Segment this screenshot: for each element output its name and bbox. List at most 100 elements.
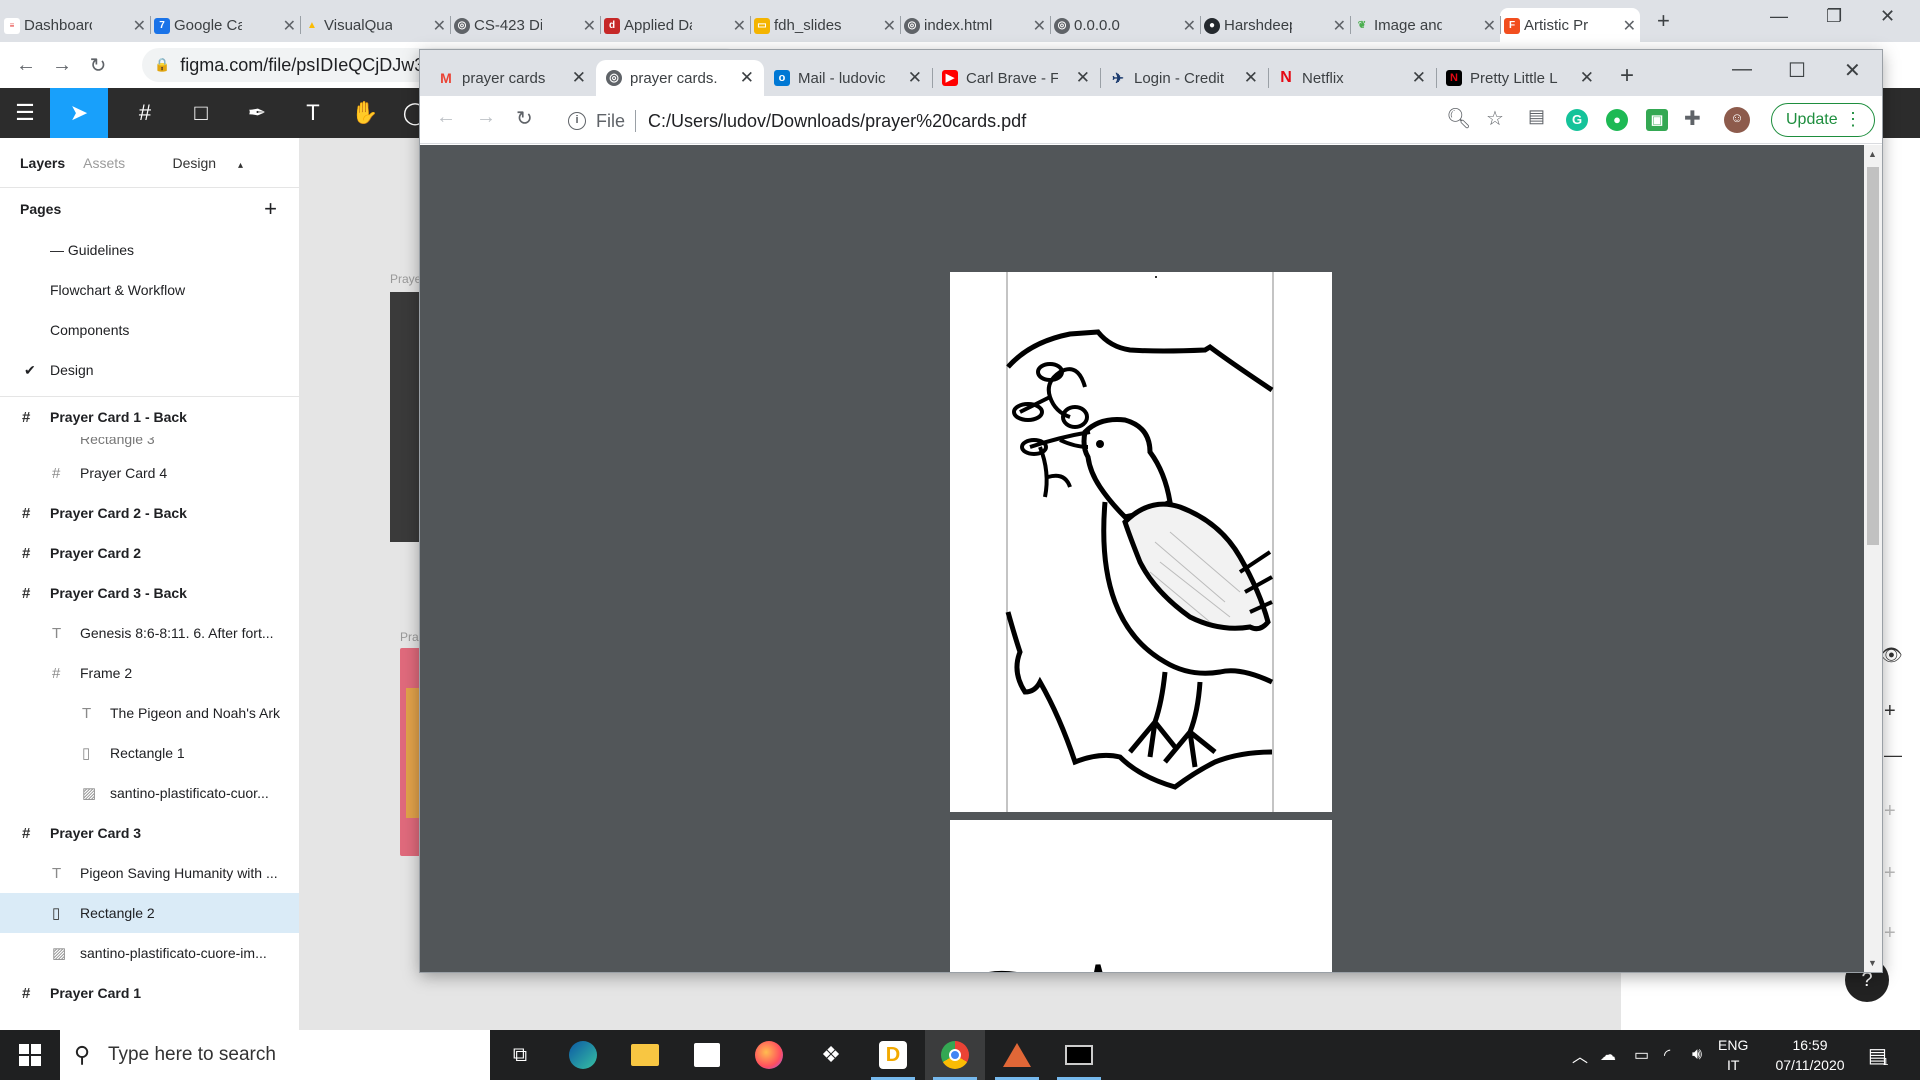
close-icon[interactable]: ✕ <box>133 16 146 36</box>
tab-layers[interactable]: Layers <box>20 155 65 171</box>
chevron-up-icon[interactable]: ︿ <box>1572 1030 1588 1080</box>
layer-image[interactable]: ▨ santino-plastificato-cuor... <box>0 773 299 813</box>
layer-image[interactable]: ▨ santino-plastificato-cuore-im... <box>0 933 299 973</box>
terminal-icon[interactable] <box>1049 1030 1109 1080</box>
close-icon[interactable]: ✕ <box>883 16 896 36</box>
close-window-button[interactable]: ✕ <box>1844 58 1861 83</box>
onedrive-icon[interactable]: ☁ <box>1600 1030 1616 1080</box>
grammarly-icon[interactable]: G <box>1566 109 1588 131</box>
back-tab[interactable]: 7Google Calendar✕ <box>150 8 300 42</box>
reader-icon[interactable]: ▤ <box>1528 106 1545 127</box>
start-button[interactable] <box>0 1030 60 1080</box>
back-arrow-icon[interactable]: ← <box>8 54 44 77</box>
firefox-icon[interactable] <box>739 1030 799 1080</box>
frame-tool-icon[interactable]: # <box>120 88 170 138</box>
close-icon[interactable]: ✕ <box>908 68 922 88</box>
pen-tool-icon[interactable]: ✒ <box>232 88 282 138</box>
back-tab[interactable]: dApplied Data✕ <box>600 8 750 42</box>
store-icon[interactable] <box>677 1030 737 1080</box>
close-icon[interactable]: ✕ <box>1623 16 1636 36</box>
add-page-icon[interactable]: + <box>264 196 277 222</box>
back-tab-active[interactable]: F Artistic Pr ✕ <box>1500 8 1640 42</box>
minimize-button[interactable]: — <box>1732 58 1752 81</box>
bookmark-star-icon[interactable]: ☆ <box>1486 106 1504 131</box>
taskbar-search[interactable]: ⚲ Type here to search <box>60 1030 490 1080</box>
move-tool-icon[interactable]: ➤ <box>50 88 108 138</box>
forward-arrow-icon[interactable]: → <box>44 54 80 77</box>
minus-icon[interactable]: — <box>1884 745 1902 766</box>
shape-tool-icon[interactable]: □ <box>176 88 226 138</box>
layer-rectangle-selected[interactable]: ▯ Rectangle 2 <box>0 893 299 933</box>
add-icon[interactable]: + <box>1884 700 1896 723</box>
hand-tool-icon[interactable]: ✋ <box>340 88 390 138</box>
chat-extension-icon[interactable]: ● <box>1606 109 1628 131</box>
pdf-scrollbar[interactable]: ▲ ▼ <box>1864 145 1882 972</box>
eye-icon[interactable]: 👁 <box>1880 645 1903 666</box>
close-icon[interactable]: ✕ <box>583 16 596 36</box>
front-tab[interactable]: ▶ Carl Brave - F ✕ <box>932 60 1100 96</box>
pdf-viewer[interactable] <box>420 145 1864 972</box>
close-icon[interactable]: ✕ <box>1076 68 1090 88</box>
reload-icon[interactable]: ↻ <box>516 106 533 131</box>
close-window-button[interactable]: ✕ <box>1880 6 1895 27</box>
text-tool-icon[interactable]: T <box>288 88 338 138</box>
new-tab-button[interactable]: + <box>1620 62 1634 90</box>
front-tab[interactable]: o Mail - ludovic ✕ <box>764 60 932 96</box>
update-button[interactable]: Update ⋮ <box>1771 103 1875 137</box>
layer-frame[interactable]: # Prayer Card 2 <box>0 533 299 573</box>
back-tab[interactable]: ◎ 0.0.0.0 ✕ <box>1050 8 1200 42</box>
layer-text[interactable]: T Genesis 8:6-8:11. 6. After fort... <box>0 613 299 653</box>
back-tab[interactable]: ❦ Image and ✕ <box>1350 8 1500 42</box>
restore-button[interactable]: ❐ <box>1826 6 1842 27</box>
dropbox-icon[interactable]: ❖ <box>801 1030 861 1080</box>
back-tab[interactable]: ≡ Dashboard ✕ <box>0 8 150 42</box>
zoom-icon[interactable]: 🔍︎ <box>1446 106 1471 131</box>
back-tab[interactable]: ◎ index.html ✕ <box>900 8 1050 42</box>
layer-frame[interactable]: # Prayer Card 4 <box>0 453 299 493</box>
profile-avatar[interactable]: ☺ <box>1724 107 1750 133</box>
minimize-button[interactable]: — <box>1770 6 1788 27</box>
back-tab[interactable]: ● Harshdeep ✕ <box>1200 8 1350 42</box>
task-view-icon[interactable]: ⧉ <box>490 1030 550 1080</box>
page-item-active[interactable]: ✔ Design <box>0 350 299 390</box>
extensions-puzzle-icon[interactable]: ✚ <box>1684 106 1701 131</box>
volume-icon[interactable]: 🔊︎ <box>1692 1030 1702 1080</box>
close-icon[interactable]: ✕ <box>283 16 296 36</box>
close-icon[interactable]: ✕ <box>1333 16 1346 36</box>
close-icon[interactable]: ✕ <box>1183 16 1196 36</box>
page-item[interactable]: Components <box>0 310 299 350</box>
layer-text[interactable]: T Pigeon Saving Humanity with ... <box>0 853 299 893</box>
add-icon[interactable]: + <box>1884 862 1896 885</box>
page-item[interactable]: — Guidelines <box>0 230 299 270</box>
scrollbar-thumb[interactable] <box>1867 167 1879 545</box>
front-tab[interactable]: N Pretty Little L ✕ <box>1436 60 1604 96</box>
layer-frame[interactable]: # Prayer Card 1 <box>0 973 299 1013</box>
file-explorer-icon[interactable] <box>615 1030 675 1080</box>
close-icon[interactable]: ✕ <box>1580 68 1594 88</box>
reload-icon[interactable]: ↻ <box>80 53 116 78</box>
front-tab-active[interactable]: ◎prayer cards.pdf✕ <box>596 60 764 96</box>
page-item[interactable]: Flowchart & Workflow <box>0 270 299 310</box>
screen-extension-icon[interactable]: ▣ <box>1646 109 1668 131</box>
scroll-down-icon[interactable]: ▼ <box>1868 958 1877 968</box>
close-icon[interactable]: ✕ <box>740 68 754 88</box>
matlab-icon[interactable] <box>987 1030 1047 1080</box>
add-icon[interactable]: + <box>1884 800 1896 823</box>
front-tab[interactable]: Mprayer cards ✕ <box>428 60 596 96</box>
battery-icon[interactable]: ▭ <box>1634 1030 1649 1080</box>
page-dropdown[interactable]: Design ▴ <box>172 155 261 171</box>
layer-frame[interactable]: # Frame 2 <box>0 653 299 693</box>
layer-frame[interactable]: # Prayer Card 1 - Back <box>0 397 299 437</box>
scroll-up-icon[interactable]: ▲ <box>1868 149 1877 159</box>
add-icon[interactable]: + <box>1884 922 1896 945</box>
layer-frame[interactable]: # Prayer Card 2 - Back <box>0 493 299 533</box>
back-tab[interactable]: ◎CS-423 Distributed✕ <box>450 8 600 42</box>
close-icon[interactable]: ✕ <box>433 16 446 36</box>
layer-text[interactable]: T The Pigeon and Noah's Ark <box>0 693 299 733</box>
close-icon[interactable]: ✕ <box>1244 68 1258 88</box>
back-arrow-icon[interactable]: ← <box>436 106 456 129</box>
new-tab-button[interactable]: + <box>1657 8 1670 34</box>
front-tab[interactable]: N Netflix ✕ <box>1268 60 1436 96</box>
chrome-icon[interactable] <box>925 1030 985 1080</box>
back-tab[interactable]: ▲VisualQuality✕ <box>300 8 450 42</box>
